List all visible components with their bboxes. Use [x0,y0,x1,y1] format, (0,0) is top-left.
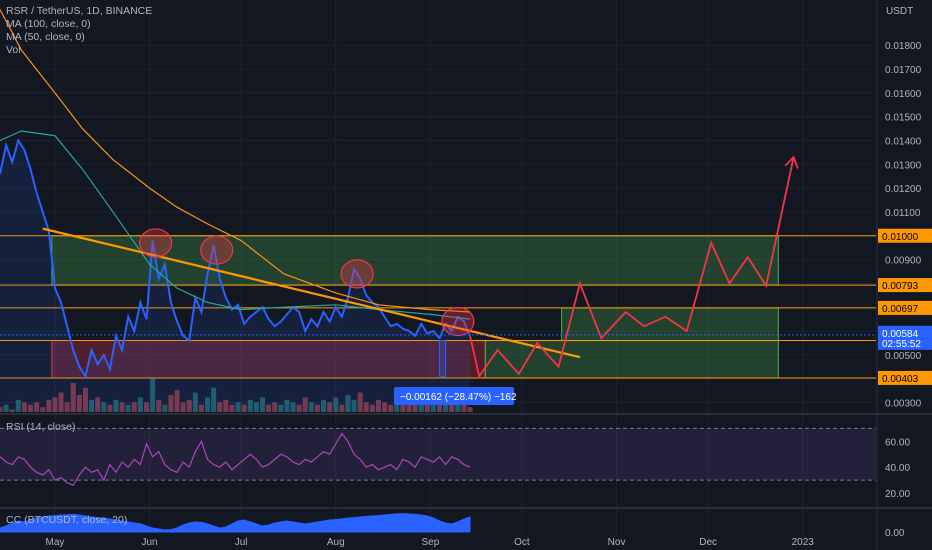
ma100-legend[interactable]: MA (100, close, 0) [6,18,152,31]
y-tick-label: 0.01500 [885,113,922,124]
y-tick-label: 0.01400 [885,137,922,148]
highlight-circle [340,259,374,289]
chart-legend: RSR / TetherUS, 1D, BINANCE MA (100, clo… [6,5,152,57]
ma50-legend[interactable]: MA (50, close, 0) [6,31,152,44]
price-level-tag-label: 0.00697 [882,304,919,315]
x-tick-label: Dec [699,537,717,548]
highlight-circle [441,306,475,337]
rsi-label[interactable]: RSI (14, close) [6,421,75,433]
rsi-tick-label: 20.00 [885,489,910,500]
y-tick-label: 0.00500 [885,351,922,362]
ma50-line [0,130,471,320]
y-tick-label: 0.01700 [885,65,922,76]
highlight-circle [200,235,234,265]
x-tick-label: Aug [327,537,345,548]
y-tick-label: 0.01300 [885,160,922,171]
y-tick-label: 0.00900 [885,256,922,267]
cc-label[interactable]: CC (BTCUSDT, close, 20) [6,514,127,526]
y-tick-label: 0.01200 [885,184,922,195]
y-axis-unit: USDT [886,6,913,17]
price-chart[interactable]: −0.00162 (−28.47%) −162 60.00 40.00 20.00 0.… [0,0,932,550]
price-level-tag-label: 0.00403 [882,374,919,385]
price-level-tag-label: 0.00793 [882,281,919,292]
highlight-circle [139,228,173,258]
measure-range [439,340,447,377]
measure-label: −0.00162 (−28.47%) −162 [400,392,517,403]
x-tick-label: Oct [514,537,530,548]
y-tick-label: 0.01100 [885,208,921,219]
x-tick-label: Jul [235,537,248,548]
x-tick-label: Sep [421,537,439,548]
cc-tick-label: 0.00 [885,528,905,539]
rsi-tick-label: 40.00 [885,463,910,474]
countdown-label: 02:55:52 [882,339,921,350]
symbol-title[interactable]: RSR / TetherUS, 1D, BINANCE [6,5,152,18]
y-tick-label: 0.01600 [885,89,922,100]
x-tick-label: May [45,537,64,548]
x-tick-label: 2023 [792,537,815,548]
chart-window: −0.00162 (−28.47%) −162 60.00 40.00 20.00 0.… [0,0,932,550]
green-zone [561,307,779,342]
x-tick-label: Nov [608,537,626,548]
price-level-tag-label: 0.01000 [882,232,919,243]
rsi-band [0,428,876,481]
x-tick-label: Jun [141,537,157,548]
y-tick-label: 0.01800 [885,41,922,52]
rsi-tick-label: 60.00 [885,437,910,448]
y-tick-label: 0.00300 [885,398,922,409]
volume-legend[interactable]: Vol [6,44,152,57]
